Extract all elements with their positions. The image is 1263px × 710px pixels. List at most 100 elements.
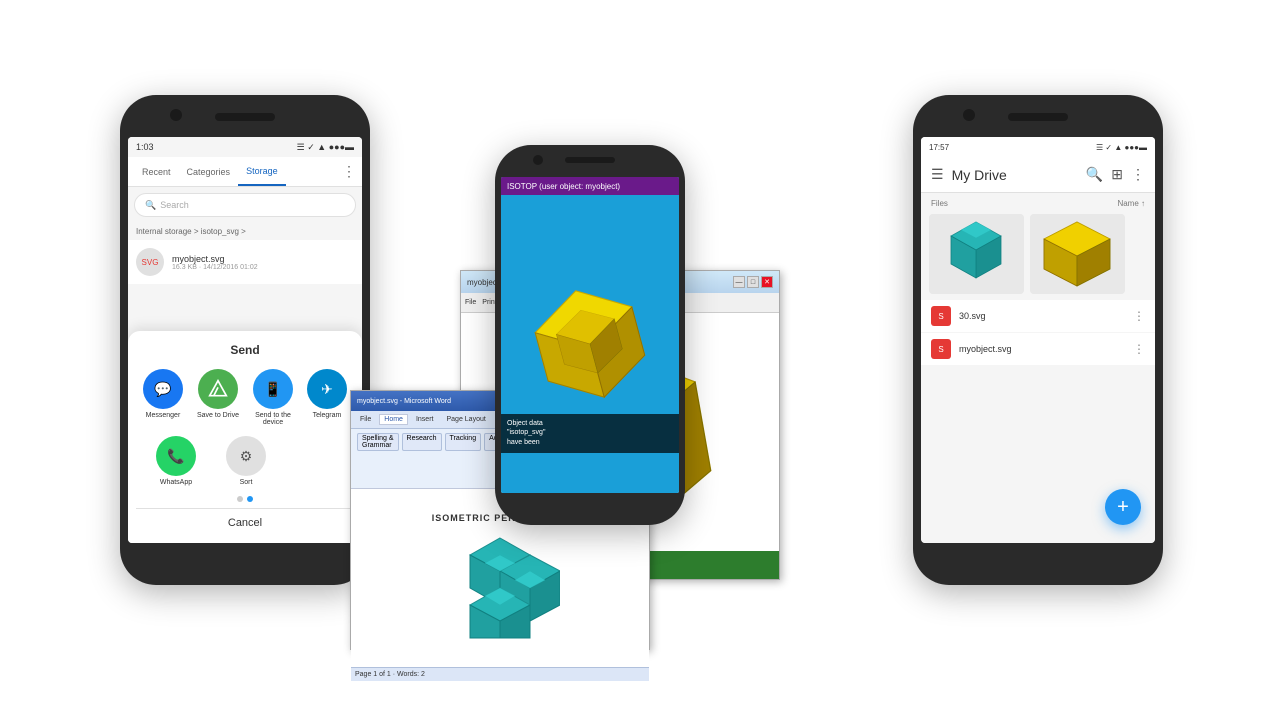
tab-insert[interactable]: Insert: [411, 414, 439, 425]
search-placeholder: Search: [160, 200, 189, 210]
sort-label: Sort: [240, 479, 253, 486]
left-phone-screen: 1:03 ☰ ✓ ▲ ●●●▬ Recent Categories Storag…: [128, 137, 362, 543]
tab-file[interactable]: File: [355, 414, 376, 425]
files-label: Files: [931, 199, 948, 208]
send-dialog: Send 💬 Messenger Save to Drive: [128, 331, 362, 543]
send-device-label: Send to thedevice: [255, 412, 291, 426]
search-icon[interactable]: 🔍: [1086, 166, 1103, 183]
file-thumbnails: [921, 214, 1155, 294]
left-tabs: Recent Categories Storage ⋮: [128, 157, 362, 187]
messenger-label: Messenger: [146, 412, 181, 419]
maximize-button[interactable]: □: [747, 276, 759, 288]
sort-icon: ⚙: [226, 436, 266, 476]
yellow-3d-object: [515, 266, 665, 423]
isometric-cube-svg: [440, 533, 560, 643]
ribbon-btn-tracking[interactable]: Tracking: [445, 433, 482, 451]
window-controls: — □ ✕: [733, 276, 773, 288]
send-device-icon: 📱: [253, 369, 293, 409]
pagination-dots: [136, 496, 354, 502]
word-status-bar: Page 1 of 1 · Words: 2: [351, 667, 649, 681]
file-list: S 30.svg ⋮ S myobject.svg ⋮: [921, 300, 1155, 365]
dot-2: [247, 496, 253, 502]
close-button[interactable]: ✕: [761, 276, 773, 288]
file-type-icon: SVG: [136, 248, 164, 276]
center-phone: ISOTOP (user object: myobject) Object da…: [495, 145, 685, 525]
filename-myobjectsvg: myobject.svg: [959, 344, 1133, 354]
right-phone-speaker: [1008, 113, 1068, 121]
thumb-myobject-svg-preview: [1030, 214, 1125, 294]
file-name: myobject.svg: [172, 254, 354, 264]
filename-30svg: 30.svg: [959, 311, 1133, 321]
fab-add-button[interactable]: +: [1105, 489, 1141, 525]
drive-icon: [198, 369, 238, 409]
send-title: Send: [136, 343, 354, 357]
word-title: myobject.svg - Microsoft Word: [357, 398, 451, 405]
tab-storage[interactable]: Storage: [238, 157, 286, 186]
cancel-button[interactable]: Cancel: [136, 508, 354, 531]
ribbon-btn-research[interactable]: Research: [402, 433, 442, 451]
left-phone-speaker: [215, 113, 275, 121]
right-phone: 17:57 ☰ ✓ ▲ ●●●▬ ☰ My Drive 🔍 ⊞ ⋮ Files …: [913, 95, 1163, 585]
ribbon-btn-spelling[interactable]: Spelling &Grammar: [357, 433, 399, 451]
send-apps-row1: 💬 Messenger Save to Drive 📱: [136, 369, 354, 426]
center-phone-speaker: [565, 157, 615, 163]
left-phone-camera: [170, 109, 182, 121]
app-send-device[interactable]: 📱 Send to thedevice: [253, 369, 293, 426]
left-time: 1:03: [136, 142, 154, 152]
right-status-icons: ☰ ✓ ▲ ●●●▬: [1096, 143, 1147, 152]
app-telegram[interactable]: ✈ Telegram: [307, 369, 347, 426]
center-phone-camera: [533, 155, 543, 165]
file-menu[interactable]: File: [465, 299, 476, 306]
center-screen-content: ISOTOP (user object: myobject) Object da…: [501, 177, 679, 493]
list-item-30svg[interactable]: S 30.svg ⋮: [921, 300, 1155, 332]
thumb-myobjectsvg[interactable]: [1030, 214, 1125, 294]
right-phone-camera: [963, 109, 975, 121]
sort-name-label: Name ↑: [1117, 199, 1145, 208]
dot-1: [237, 496, 243, 502]
telegram-label: Telegram: [313, 412, 342, 419]
search-icon: 🔍: [145, 200, 156, 211]
svg-file-icon-2: S: [931, 339, 951, 359]
right-status-bar: 17:57 ☰ ✓ ▲ ●●●▬: [921, 137, 1155, 157]
right-phone-screen: 17:57 ☰ ✓ ▲ ●●●▬ ☰ My Drive 🔍 ⊞ ⋮ Files …: [921, 137, 1155, 543]
drive-label: Save to Drive: [197, 412, 239, 419]
app-save-drive[interactable]: Save to Drive: [197, 369, 239, 426]
app-whatsapp[interactable]: 📞 WhatsApp: [156, 436, 196, 486]
file-more-icon-2[interactable]: ⋮: [1133, 342, 1145, 356]
center-app-title: ISOTOP (user object: myobject): [501, 177, 679, 195]
minimize-button[interactable]: —: [733, 276, 745, 288]
more-options-icon[interactable]: ⋮: [1131, 166, 1145, 183]
thumb-30-svg-preview: [929, 214, 1024, 294]
tab-recent[interactable]: Recent: [134, 157, 179, 186]
whatsapp-label: WhatsApp: [160, 479, 192, 486]
tabs-more-icon[interactable]: ⋮: [342, 163, 356, 180]
svg-file-icon-1: S: [931, 306, 951, 326]
file-more-icon-1[interactable]: ⋮: [1133, 309, 1145, 323]
tab-home[interactable]: Home: [379, 414, 408, 425]
left-status-icons: ☰ ✓ ▲ ●●●▬: [297, 142, 354, 153]
drive-toolbar: ☰ My Drive 🔍 ⊞ ⋮: [921, 157, 1155, 193]
messenger-icon: 💬: [143, 369, 183, 409]
tab-page-layout[interactable]: Page Layout: [441, 414, 490, 425]
file-info: myobject.svg 16.3 KB · 14/12/2016 01:02: [172, 254, 354, 271]
whatsapp-icon: 📞: [156, 436, 196, 476]
hamburger-menu-icon[interactable]: ☰: [931, 166, 944, 183]
files-header: Files Name ↑: [921, 193, 1155, 214]
drive-title: My Drive: [952, 167, 1078, 183]
word-page-info: Page 1 of 1 · Words: 2: [355, 671, 425, 678]
thumb-30svg[interactable]: [929, 214, 1024, 294]
app-messenger[interactable]: 💬 Messenger: [143, 369, 183, 426]
file-item[interactable]: SVG myobject.svg 16.3 KB · 14/12/2016 01…: [128, 240, 362, 284]
list-item-myobjectsvg[interactable]: S myobject.svg ⋮: [921, 333, 1155, 365]
right-time: 17:57: [929, 143, 949, 152]
center-phone-screen: ISOTOP (user object: myobject) Object da…: [501, 177, 679, 493]
telegram-icon: ✈: [307, 369, 347, 409]
grid-view-icon[interactable]: ⊞: [1111, 166, 1123, 183]
send-apps-row2: 📞 WhatsApp ⚙ Sort: [136, 436, 354, 486]
right-screen-content: 17:57 ☰ ✓ ▲ ●●●▬ ☰ My Drive 🔍 ⊞ ⋮ Files …: [921, 137, 1155, 543]
file-meta: 16.3 KB · 14/12/2016 01:02: [172, 264, 354, 271]
tab-categories[interactable]: Categories: [179, 157, 239, 186]
left-phone: 1:03 ☰ ✓ ▲ ●●●▬ Recent Categories Storag…: [120, 95, 370, 585]
app-sort[interactable]: ⚙ Sort: [226, 436, 266, 486]
search-bar[interactable]: 🔍 Search: [134, 193, 356, 217]
